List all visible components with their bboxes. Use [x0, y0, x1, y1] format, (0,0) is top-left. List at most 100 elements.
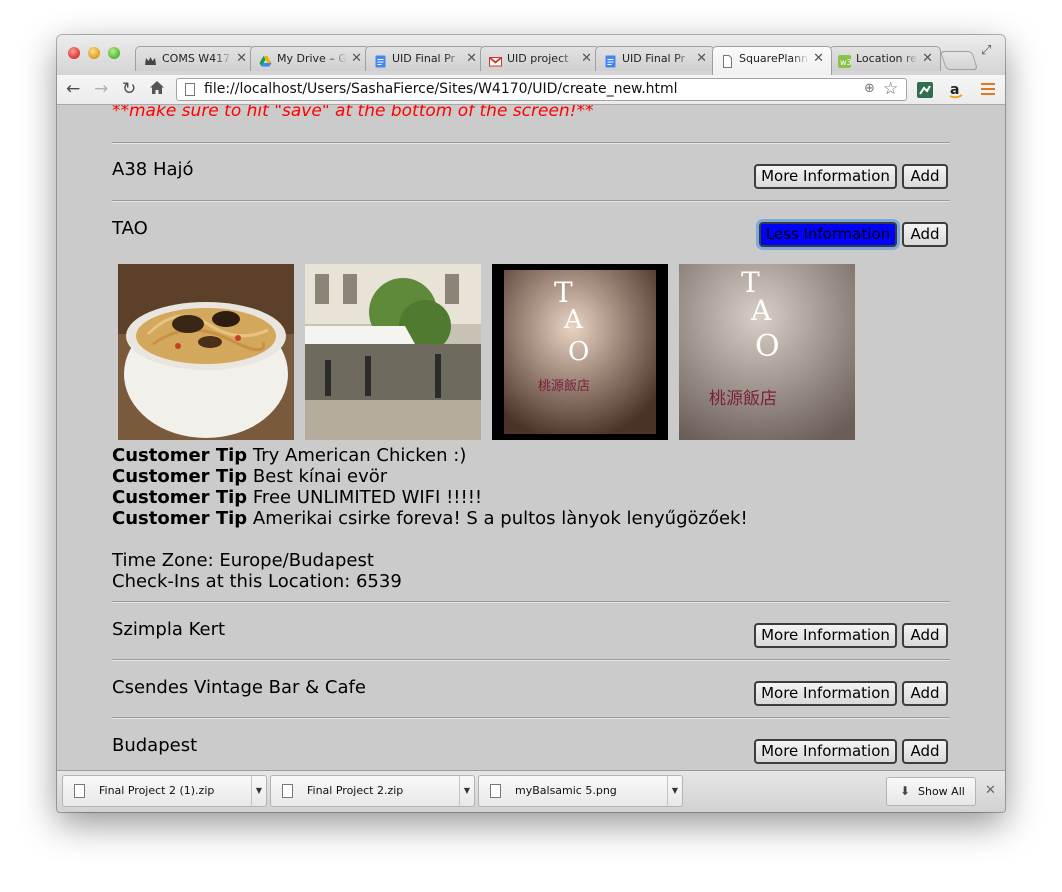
close-icon[interactable]: ✕: [466, 47, 477, 71]
close-icon[interactable]: ✕: [985, 783, 996, 798]
zip-file-icon: [74, 784, 85, 798]
svg-text:O: O: [568, 337, 589, 367]
close-icon[interactable]: ✕: [351, 47, 362, 71]
amazon-icon[interactable]: a: [947, 81, 965, 99]
chevron-down-icon[interactable]: ▼: [667, 776, 682, 806]
download-item[interactable]: myBalsamic 5.png ▼: [478, 775, 683, 807]
divider: [112, 142, 950, 144]
svg-text:a: a: [950, 82, 959, 98]
more-information-button[interactable]: More Information: [754, 739, 897, 764]
check-ins: Check-Ins at this Location: 6539: [112, 571, 402, 592]
customer-tip: Customer Tip Free UNLIMITED WIFI !!!!!: [112, 487, 482, 508]
google-drive-icon: [259, 53, 272, 67]
tab-location-rel[interactable]: w3 Location rel ✕: [829, 46, 941, 71]
close-icon[interactable]: ✕: [581, 47, 592, 71]
zip-file-icon: [282, 784, 293, 798]
tab-my-drive[interactable]: My Drive – G ✕: [250, 46, 370, 71]
tab-strip: COMS W417 ✕ My Drive – G ✕ UID Final Pr …: [57, 35, 1005, 75]
more-information-button[interactable]: More Information: [754, 164, 897, 189]
more-information-button[interactable]: More Information: [754, 681, 897, 706]
svg-text:A: A: [563, 305, 584, 335]
chevron-down-icon[interactable]: ▼: [459, 776, 474, 806]
close-icon[interactable]: ✕: [813, 47, 824, 71]
tab-title: My Drive – G: [277, 52, 347, 65]
add-button[interactable]: Add: [902, 164, 948, 189]
close-window-button[interactable]: [68, 47, 80, 59]
image-file-icon: [490, 784, 501, 798]
menu-icon[interactable]: [981, 83, 995, 98]
customer-tip-label: Customer Tip: [112, 508, 248, 529]
download-arrow-icon: ⬇: [900, 784, 911, 798]
save-notice: **make sure to hit "save" at the bottom …: [112, 105, 594, 121]
download-item[interactable]: Final Project 2.zip ▼: [270, 775, 475, 807]
chevron-down-icon[interactable]: ▼: [251, 776, 266, 806]
zoom-window-button[interactable]: [108, 47, 120, 59]
customer-tip-text: Amerikai csirke foreva! S a pultos lànyo…: [252, 508, 748, 529]
sign-chinese-text: 桃源飯店: [709, 389, 777, 409]
tab-title: UID Final Pr: [622, 52, 686, 65]
tab-uid-final-1[interactable]: UID Final Pr ✕: [365, 46, 485, 71]
zoom-icon[interactable]: ⊕: [864, 81, 875, 96]
divider: [112, 659, 950, 661]
tab-uid-project[interactable]: UID project ✕: [480, 46, 600, 71]
svg-text:O: O: [755, 329, 780, 364]
extension-icon[interactable]: [916, 81, 934, 99]
page-content: **make sure to hit "save" at the bottom …: [57, 105, 1005, 770]
customer-tip-label: Customer Tip: [112, 487, 248, 508]
bookmark-star-icon[interactable]: ☆: [883, 79, 898, 99]
columbia-crown-icon: [144, 53, 157, 66]
tab-squareplanner[interactable]: SquarePlann ✕: [712, 46, 832, 75]
add-button[interactable]: Add: [902, 739, 948, 764]
home-icon[interactable]: [149, 80, 165, 99]
tab-uid-final-2[interactable]: UID Final Pr ✕: [595, 46, 715, 71]
location-name: TAO: [112, 218, 148, 239]
address-bar[interactable]: file://localhost/Users/SashaFierce/Sites…: [176, 78, 907, 101]
time-zone: Time Zone: Europe/Budapest: [112, 550, 374, 571]
tab-title: UID project: [507, 52, 569, 65]
tab-title: COMS W417: [162, 52, 231, 65]
tab-coms[interactable]: COMS W417 ✕: [135, 46, 255, 71]
google-docs-icon: [604, 53, 617, 68]
download-filename: myBalsamic 5.png: [515, 784, 617, 797]
page-icon: [185, 83, 195, 96]
back-arrow-icon[interactable]: ←: [66, 80, 80, 98]
tab-title: Location rel: [856, 52, 918, 65]
browser-window: COMS W417 ✕ My Drive – G ✕ UID Final Pr …: [57, 35, 1005, 812]
add-button[interactable]: Add: [902, 681, 948, 706]
less-information-button[interactable]: Less Information: [759, 222, 897, 247]
customer-tip-label: Customer Tip: [112, 445, 248, 466]
customer-tip-label: Customer Tip: [112, 466, 248, 487]
tab-title: SquarePlann: [739, 52, 809, 65]
close-icon[interactable]: ✕: [696, 47, 707, 71]
customer-tip-text: Try American Chicken :): [252, 445, 467, 466]
sign-chinese-text: 桃源飯店: [538, 379, 590, 394]
customer-tip: Customer Tip Amerikai csirke foreva! S a…: [112, 508, 748, 529]
add-button[interactable]: Add: [902, 623, 948, 648]
downloads-bar: Final Project 2 (1).zip ▼ Final Project …: [57, 770, 1005, 812]
forward-arrow-icon[interactable]: →: [94, 80, 108, 98]
customer-tip: Customer Tip Try American Chicken :): [112, 445, 466, 466]
location-name: A38 Hajó: [112, 159, 194, 180]
page-icon: [721, 53, 734, 68]
more-information-button[interactable]: More Information: [754, 623, 897, 648]
add-button[interactable]: Add: [902, 222, 948, 247]
fullscreen-icon[interactable]: ⤢: [981, 43, 995, 58]
show-all-button[interactable]: ⬇ Show All: [886, 777, 976, 806]
download-item[interactable]: Final Project 2 (1).zip ▼: [62, 775, 267, 807]
download-filename: Final Project 2 (1).zip: [99, 784, 215, 797]
w3schools-icon: w3: [838, 53, 852, 68]
url-text[interactable]: file://localhost/Users/SashaFierce/Sites…: [204, 81, 678, 97]
google-docs-icon: [374, 53, 387, 68]
minimize-window-button[interactable]: [88, 47, 100, 59]
reload-icon[interactable]: ↻: [122, 80, 136, 98]
close-icon[interactable]: ✕: [236, 47, 247, 71]
customer-tip-text: Free UNLIMITED WIFI !!!!!: [252, 487, 483, 508]
tao-sign-photo: T A O 桃源飯店: [492, 264, 668, 440]
divider: [112, 200, 950, 202]
svg-text:A: A: [750, 294, 772, 327]
browser-toolbar: ← → ↻ file://localhost/Users/SashaFierce…: [57, 75, 1005, 105]
tao-sign-closeup-photo: T A O 桃源飯店: [679, 264, 855, 440]
svg-text:w3: w3: [840, 58, 851, 67]
new-tab-button[interactable]: [939, 51, 979, 70]
close-icon[interactable]: ✕: [922, 47, 933, 71]
